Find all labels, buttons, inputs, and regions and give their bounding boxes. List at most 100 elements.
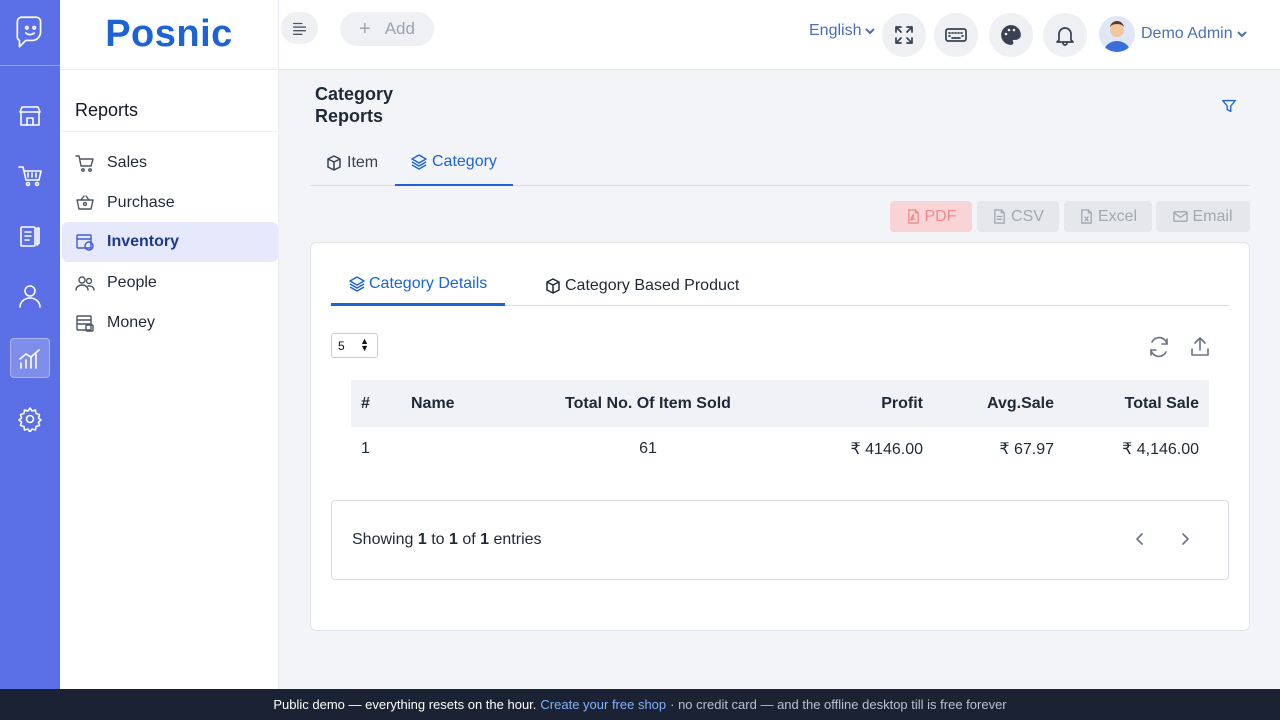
layers-icon	[411, 154, 427, 170]
file-pdf-icon	[907, 209, 919, 224]
sidebar-item-label: People	[107, 274, 157, 291]
banner-text: Public demo — everything resets on the h…	[273, 697, 537, 712]
keyboard-button[interactable]	[934, 13, 978, 57]
tab-category-based-product[interactable]: Category Based Product	[545, 265, 739, 306]
rail-store-button[interactable]	[10, 96, 50, 136]
sidebar-item-purchase[interactable]: Purchase	[62, 183, 278, 223]
user-icon	[19, 285, 41, 308]
cell-name	[411, 427, 551, 470]
avatar	[1099, 16, 1135, 52]
export-excel-button[interactable]: Excel	[1064, 201, 1152, 232]
store-icon	[19, 106, 41, 126]
app-logo-icon[interactable]	[10, 10, 50, 54]
page-title-line1: Category	[315, 84, 394, 104]
category-table: # Name Total No. Of Item Sold Profit Avg…	[351, 380, 1209, 470]
table-row[interactable]: 1 61 ₹ 4146.00 ₹ 67.97 ₹ 4,146.00	[351, 427, 1209, 470]
theme-button[interactable]	[989, 13, 1033, 57]
layers-icon	[349, 276, 365, 292]
user-menu[interactable]: Demo Admin	[1099, 16, 1248, 52]
cube-icon	[327, 155, 341, 171]
col-profit: Profit	[881, 394, 923, 412]
cube-icon	[546, 277, 560, 294]
rail-cart-button[interactable]	[10, 156, 50, 196]
col-total-sale: Total Sale	[1124, 394, 1199, 412]
chevron-down-icon	[1236, 31, 1247, 38]
cart-icon	[18, 166, 42, 187]
col-name: Name	[411, 394, 455, 412]
sidebar-item-label: Sales	[107, 154, 148, 171]
file-text-icon	[994, 209, 1005, 224]
rail-settings-button[interactable]	[10, 399, 50, 439]
sort-arrows-icon: ▲ ▼	[360, 336, 369, 353]
filter-button[interactable]	[1220, 97, 1240, 117]
rail-clipboard-button[interactable]	[10, 216, 50, 256]
subtab-label: Category Based Product	[565, 276, 740, 294]
chevron-right-icon	[1182, 533, 1189, 545]
fullscreen-button[interactable]	[882, 13, 926, 57]
demo-banner: Public demo — everything resets on the h…	[0, 689, 1280, 720]
sidebar-item-inventory[interactable]: Inventory	[62, 222, 278, 262]
col-total-sold: Total No. Of Item Sold	[565, 394, 731, 412]
sidebar-divider	[60, 131, 279, 132]
brand-logo[interactable]: Posnic	[60, 0, 278, 70]
cell-avg-sale: ₹ 67.97	[999, 440, 1054, 458]
rail-reports-button[interactable]	[10, 338, 50, 378]
palette-icon	[1001, 25, 1021, 45]
report-tabs: Item Category	[310, 140, 1250, 186]
cart-icon	[75, 155, 94, 172]
sidebar-item-label: Money	[107, 314, 156, 331]
tab-category[interactable]: Category	[395, 140, 513, 186]
create-shop-link[interactable]: Create your free shop	[540, 697, 666, 712]
page-title: Category Reports	[315, 83, 393, 127]
chart-icon	[19, 349, 40, 369]
table-header-row: # Name Total No. Of Item Sold Profit Avg…	[351, 380, 1209, 427]
rail-user-button[interactable]	[10, 276, 50, 316]
keyboard-icon	[945, 28, 967, 42]
filter-icon	[1222, 99, 1236, 113]
gear-icon	[18, 407, 42, 432]
of-text: of	[462, 531, 476, 548]
next-page-button[interactable]	[1177, 531, 1193, 547]
rail-divider	[0, 65, 60, 66]
add-button[interactable]: + Add	[340, 12, 434, 46]
language-select[interactable]: English	[809, 22, 876, 40]
clipboard-icon	[20, 226, 40, 247]
showing-text: Showing	[352, 531, 414, 548]
sidebar-item-money[interactable]: Money	[62, 303, 278, 343]
report-card: Category Details Category Based Product …	[310, 242, 1250, 631]
detail-tabs: Category Details Category Based Product	[331, 265, 1229, 306]
sidebar-item-sales[interactable]: Sales	[62, 143, 278, 183]
subtab-label: Category Details	[369, 275, 488, 292]
top-bar: + Add English Demo Admin	[279, 0, 1280, 70]
export-email-button[interactable]: Email	[1156, 201, 1250, 232]
tab-item[interactable]: Item	[326, 140, 378, 186]
tab-category-details[interactable]: Category Details	[331, 265, 506, 306]
tab-label: Category	[432, 153, 497, 170]
export-csv-label: CSV	[1011, 207, 1044, 225]
notifications-button[interactable]	[1043, 13, 1087, 57]
tab-label: Item	[347, 154, 379, 171]
share-button[interactable]	[1188, 335, 1212, 359]
chevron-left-icon	[1136, 533, 1143, 545]
file-excel-icon	[1081, 209, 1092, 224]
people-icon	[75, 276, 95, 291]
plus-icon: +	[359, 17, 371, 40]
chevron-down-icon	[865, 28, 876, 35]
range-total: 1	[480, 531, 490, 548]
export-pdf-button[interactable]: PDF	[890, 201, 972, 232]
page-size-value: 5	[338, 338, 345, 353]
previous-page-button[interactable]	[1132, 531, 1148, 547]
sidebar-item-people[interactable]: People	[62, 263, 278, 303]
refresh-button[interactable]	[1147, 335, 1171, 359]
col-avg-sale: Avg.Sale	[987, 394, 1054, 412]
basket-icon	[76, 195, 94, 210]
menu-toggle-button[interactable]	[281, 12, 318, 44]
page-title-line2: Reports	[315, 106, 384, 126]
export-excel-label: Excel	[1097, 207, 1138, 225]
cell-profit: ₹ 4146.00	[850, 440, 923, 458]
pagination-panel: Showing 1 to 1 of 1 entries	[331, 500, 1229, 580]
page-size-select[interactable]: 5 ▲ ▼	[331, 333, 378, 358]
export-csv-button[interactable]: CSV	[977, 201, 1059, 232]
banner-note: · no credit card — and the offline deskt…	[670, 697, 1007, 712]
range-from: 1	[417, 531, 427, 548]
